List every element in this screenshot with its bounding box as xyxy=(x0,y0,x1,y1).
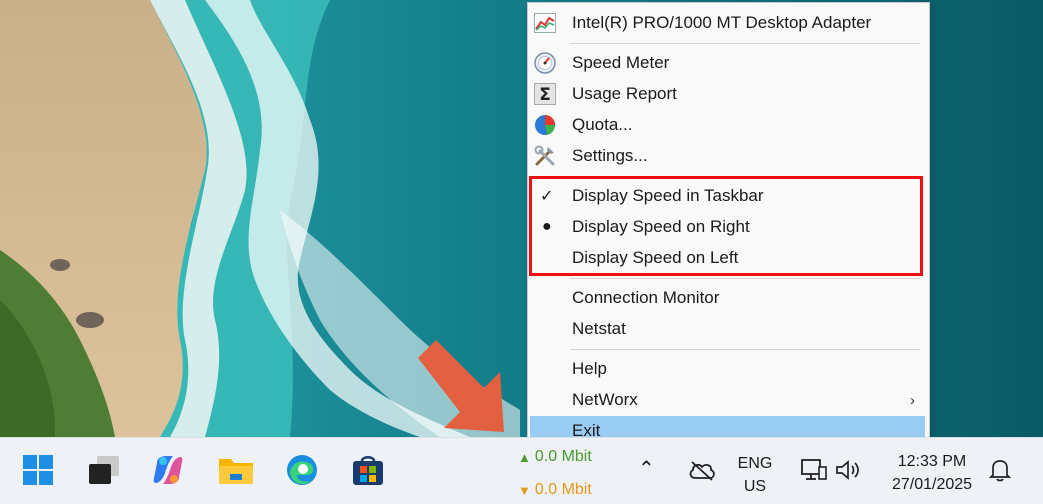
upload-speed[interactable]: ▲ 0.0 Mbit xyxy=(518,448,592,466)
clock-date: 27/01/2025 xyxy=(891,476,973,493)
radio-dot-icon: ● xyxy=(542,218,552,235)
windows-logo-icon xyxy=(22,454,54,491)
clock[interactable]: 12:33 PM 27/01/2025 xyxy=(882,450,982,496)
cloud-offline-icon xyxy=(688,459,716,486)
menu-separator xyxy=(570,349,920,350)
menu-item-adapter[interactable]: Intel(R) PRO/1000 MT Desktop Adapter xyxy=(530,8,925,38)
networx-context-menu: Intel(R) PRO/1000 MT Desktop Adapter Spe… xyxy=(527,2,930,448)
menu-item-speed-meter[interactable]: Speed Meter xyxy=(530,48,925,78)
menu-item-display-left[interactable]: Display Speed on Left xyxy=(530,243,925,273)
menu-separator xyxy=(570,278,920,279)
language-region: US xyxy=(743,478,767,495)
menu-label: Speed Meter xyxy=(572,53,670,72)
download-speed[interactable]: ▼ 0.0 Mbit xyxy=(518,481,592,499)
menu-item-usage-report[interactable]: Σ Usage Report xyxy=(530,79,925,109)
menu-item-networx[interactable]: NetWorx › xyxy=(530,385,925,415)
upload-arrow-icon: ▲ xyxy=(518,449,531,465)
speaker-icon xyxy=(834,458,862,487)
copilot-button[interactable] xyxy=(150,454,186,490)
download-speed-value: 0.0 Mbit xyxy=(534,481,592,498)
folder-icon xyxy=(218,454,254,491)
menu-label: Intel(R) PRO/1000 MT Desktop Adapter xyxy=(572,13,872,32)
clock-time: 12:33 PM xyxy=(897,453,967,470)
menu-label: Display Speed on Right xyxy=(572,217,750,236)
svg-text:Σ: Σ xyxy=(539,85,551,105)
menu-label: Display Speed in Taskbar xyxy=(572,186,764,205)
speedometer-icon xyxy=(534,52,556,74)
start-button[interactable] xyxy=(20,454,56,490)
microsoft-store-button[interactable] xyxy=(350,454,386,490)
bell-icon xyxy=(988,458,1012,487)
task-view-icon xyxy=(87,454,121,491)
task-view-button[interactable] xyxy=(86,454,122,490)
menu-label: Usage Report xyxy=(572,84,677,103)
chevron-up-icon: ⌃ xyxy=(638,458,655,480)
taskbar: ▲ 0.0 Mbit ▼ 0.0 Mbit ⌃ ENG US 12:33 PM … xyxy=(0,437,1043,504)
menu-label: Settings... xyxy=(572,146,648,165)
notifications-button[interactable] xyxy=(982,454,1018,490)
menu-separator xyxy=(570,43,920,44)
chevron-right-icon: › xyxy=(910,391,915,409)
show-hidden-icons-button[interactable]: ⌃ xyxy=(638,458,655,481)
edge-icon xyxy=(285,453,319,492)
copilot-icon xyxy=(151,453,185,492)
menu-item-display-right[interactable]: ● Display Speed on Right xyxy=(530,212,925,242)
network-icon xyxy=(800,457,828,488)
sigma-icon: Σ xyxy=(534,83,556,105)
menu-item-quota[interactable]: Quota... xyxy=(530,110,925,140)
menu-item-connection-monitor[interactable]: Connection Monitor xyxy=(530,283,925,313)
tools-icon xyxy=(534,145,556,167)
menu-label: Connection Monitor xyxy=(572,288,720,307)
onedrive-button[interactable] xyxy=(684,454,720,490)
volume-button[interactable] xyxy=(830,454,866,490)
menu-item-help[interactable]: Help xyxy=(530,354,925,384)
menu-label: Netstat xyxy=(572,319,626,338)
network-status-button[interactable] xyxy=(796,454,832,490)
menu-label: Quota... xyxy=(572,115,633,134)
menu-item-display-taskbar[interactable]: ✓ Display Speed in Taskbar xyxy=(530,181,925,211)
upload-speed-value: 0.0 Mbit xyxy=(534,448,592,465)
file-explorer-button[interactable] xyxy=(218,454,254,490)
edge-browser-button[interactable] xyxy=(284,454,320,490)
menu-label: Display Speed on Left xyxy=(572,248,739,267)
menu-label: Help xyxy=(572,359,607,378)
language-code: ENG xyxy=(737,455,773,472)
checkmark-icon: ✓ xyxy=(540,188,554,205)
pie-chart-icon xyxy=(534,114,556,136)
store-icon xyxy=(351,453,385,492)
download-arrow-icon: ▼ xyxy=(518,482,531,498)
menu-item-settings[interactable]: Settings... xyxy=(530,141,925,171)
menu-label: NetWorx xyxy=(572,390,638,409)
line-chart-icon xyxy=(534,12,556,34)
language-indicator[interactable]: ENG US xyxy=(734,452,776,498)
menu-item-netstat[interactable]: Netstat xyxy=(530,314,925,344)
